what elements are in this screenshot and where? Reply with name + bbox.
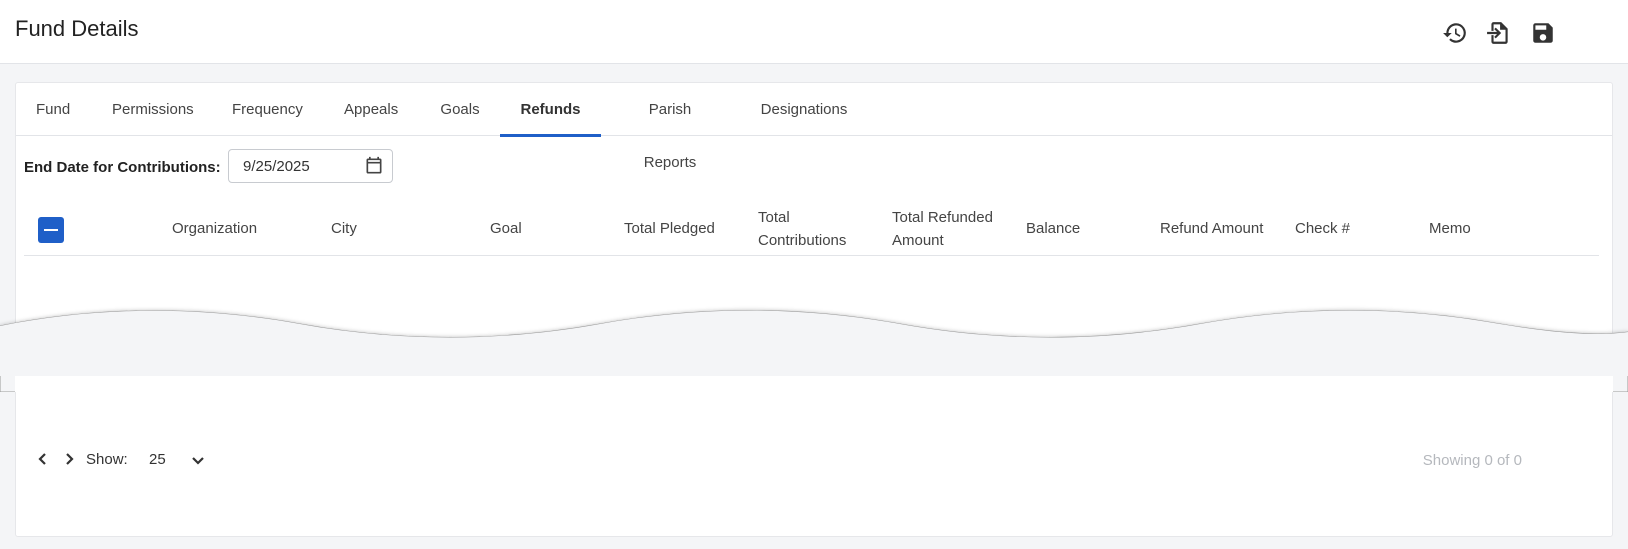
column-header-city[interactable]: City (331, 201, 471, 256)
column-header-check-number[interactable]: Check # (1295, 201, 1420, 256)
end-date-label: End Date for Contributions: (24, 159, 221, 176)
chevron-down-icon (191, 453, 205, 472)
history-icon (1443, 23, 1466, 43)
tab-frequency[interactable]: Frequency (232, 83, 303, 136)
minus-icon (44, 229, 58, 231)
pagination-summary: Showing 0 of 0 (1422, 452, 1522, 469)
column-header-goal[interactable]: Goal (490, 201, 610, 256)
tab-appeals[interactable]: Appeals (344, 83, 398, 136)
top-bar: Fund Details (0, 0, 1628, 64)
next-page-button[interactable] (59, 448, 79, 470)
page-size-select[interactable]: 25 (149, 443, 225, 477)
tab-goals[interactable]: Goals (440, 83, 480, 136)
column-header-total-contributions[interactable]: Total Contributions (758, 201, 883, 256)
calendar-icon[interactable] (364, 156, 384, 176)
save-button[interactable] (1528, 18, 1558, 48)
column-header-balance[interactable]: Balance (1026, 201, 1151, 256)
select-all-checkbox[interactable] (38, 217, 64, 243)
column-header-total-refunded-amount[interactable]: Total Refunded Amount (892, 201, 1017, 256)
end-date-input[interactable] (229, 150, 359, 182)
export-button[interactable] (1484, 18, 1514, 48)
export-icon (1487, 22, 1508, 44)
tab-designations[interactable]: Designations (760, 83, 848, 136)
tab-parish-reports[interactable]: Parish Reports (621, 83, 719, 171)
previous-page-button[interactable] (33, 448, 53, 470)
header-actions (1440, 18, 1558, 48)
page-size-label: Show: (86, 451, 128, 468)
history-button[interactable] (1440, 18, 1470, 48)
tab-refunds[interactable]: Refunds (500, 83, 601, 137)
torn-edge-divider (0, 310, 1628, 392)
table-header: Organization City Goal Total Pledged Tot… (24, 201, 1599, 256)
column-header-organization[interactable]: Organization (172, 201, 312, 256)
page-title: Fund Details (15, 16, 139, 41)
column-header-total-pledged[interactable]: Total Pledged (624, 201, 749, 256)
page-size-value: 25 (149, 451, 166, 468)
tab-fund[interactable]: Fund (36, 83, 70, 136)
chevron-right-icon (66, 453, 74, 465)
tab-permissions[interactable]: Permissions (112, 83, 194, 136)
chevron-left-icon (38, 453, 46, 465)
column-header-refund-amount[interactable]: Refund Amount (1160, 201, 1285, 256)
pagination-bar: Show: 25 Showing 0 of 0 (15, 440, 1613, 480)
column-header-memo[interactable]: Memo (1429, 201, 1554, 256)
tab-bar: Fund Permissions Frequency Appeals Goals… (16, 83, 1612, 171)
end-date-field[interactable] (228, 149, 393, 183)
save-icon (1533, 23, 1553, 43)
